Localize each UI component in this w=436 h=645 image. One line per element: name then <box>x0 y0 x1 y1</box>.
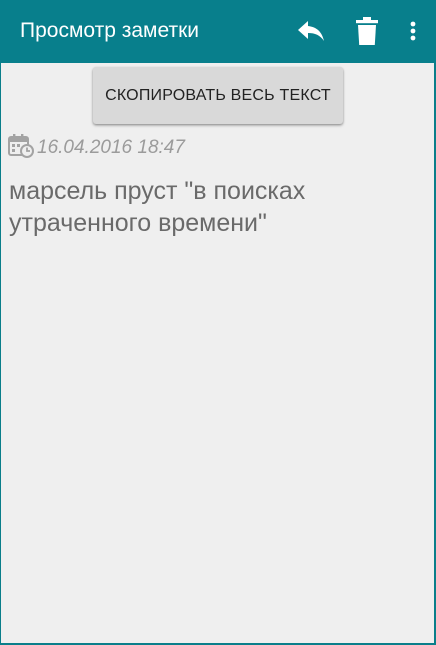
app-bar: Просмотр заметки <box>0 0 436 63</box>
overflow-menu-button[interactable] <box>396 13 430 49</box>
delete-button[interactable] <box>349 13 385 49</box>
overflow-menu-icon <box>410 21 416 41</box>
reply-icon <box>297 19 325 43</box>
reply-button[interactable] <box>293 13 329 49</box>
trash-icon <box>356 17 378 45</box>
note-date: 16.04.2016 18:47 <box>37 137 185 158</box>
page-title: Просмотр заметки <box>20 19 200 42</box>
note-text: марсель пруст "в поисках утраченного вре… <box>9 177 306 237</box>
note-view: СКОПИРОВАТЬ ВЕСЬ ТЕКСТ 16.04.2016 18:47 … <box>1 63 434 643</box>
copy-all-text-button[interactable]: СКОПИРОВАТЬ ВЕСЬ ТЕКСТ <box>93 67 343 124</box>
calendar-clock-icon <box>8 133 34 163</box>
note-date-row: 16.04.2016 18:47 <box>8 133 185 163</box>
